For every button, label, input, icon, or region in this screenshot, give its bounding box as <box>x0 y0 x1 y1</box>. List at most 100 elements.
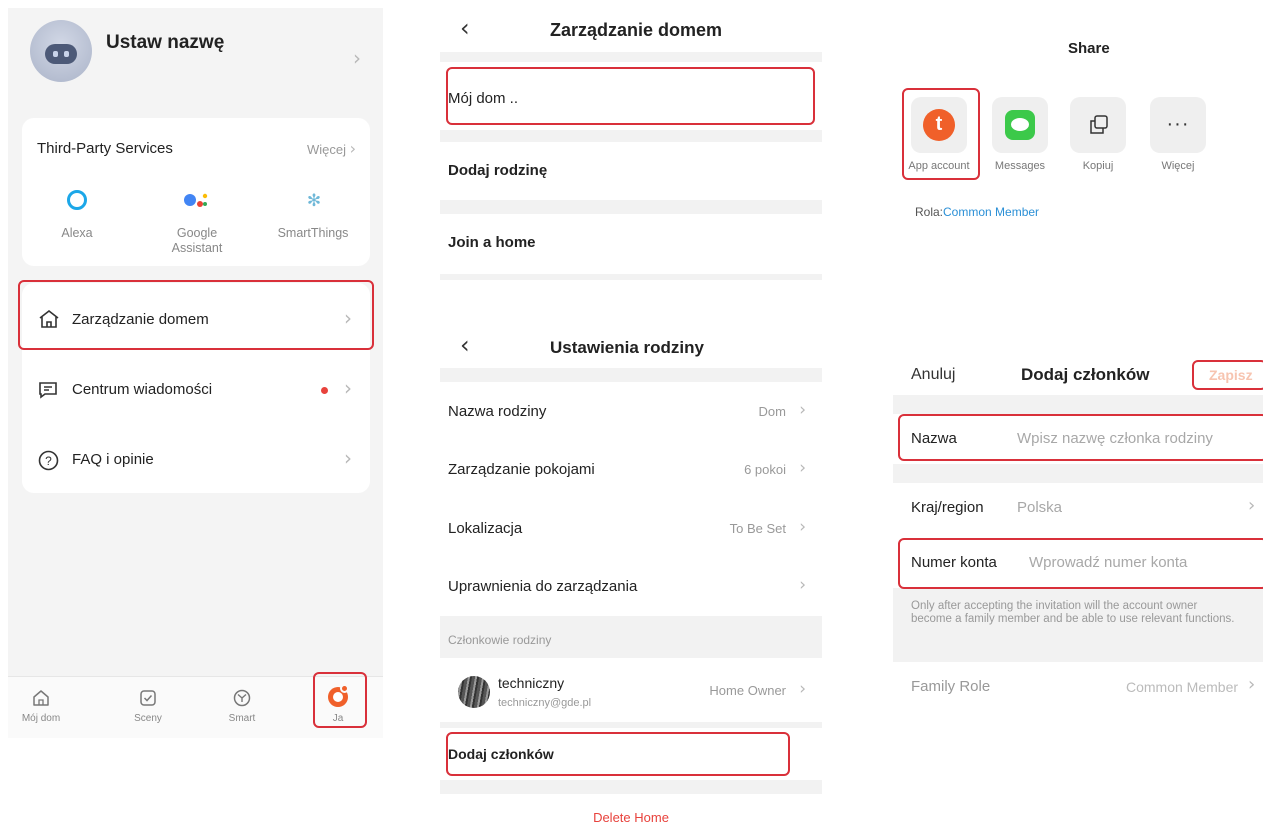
share-target-more[interactable]: ··· <box>1150 97 1206 153</box>
chevron-right-icon: › <box>799 679 806 699</box>
row-label: Uprawnienia do zarządzania <box>448 578 638 595</box>
join-home-button[interactable]: Join a home <box>440 214 822 274</box>
page-title: Zarządzanie domem <box>550 20 723 40</box>
third-party-card: Third-Party Services Więcej › Alexa Goog… <box>22 118 370 266</box>
add-members-title: Dodaj członków <box>1021 365 1150 384</box>
cancel-button[interactable]: Anuluj <box>911 366 955 384</box>
profile-name[interactable]: Ustaw nazwę <box>106 32 224 54</box>
member-role: Home Owner <box>709 683 786 698</box>
add-family-button[interactable]: Dodaj rodzinę <box>440 142 822 200</box>
member-email: techniczny@gde.pl <box>498 697 592 709</box>
member-avatar <box>458 676 490 708</box>
chevron-right-icon: › <box>1248 674 1256 695</box>
country-value: Polska <box>1017 499 1063 516</box>
highlight-account-field <box>898 538 1263 589</box>
country-row[interactable]: Kraj/region Polska › <box>893 483 1263 533</box>
service-label-alexa: Alexa <box>61 226 93 240</box>
menu-label: Centrum wiadomości <box>72 381 213 398</box>
delete-home-button[interactable]: Delete Home <box>440 810 822 825</box>
add-family-label: Dodaj rodzinę <box>448 162 548 179</box>
family-role-value: Common Member <box>1126 679 1239 695</box>
chevron-right-icon: › <box>799 458 806 478</box>
copy-icon <box>1090 115 1108 134</box>
members-header: Członkowie rodziny <box>440 616 822 658</box>
row-location[interactable]: Lokalizacja To Be Set › <box>440 500 822 558</box>
highlight-me-tab <box>313 672 367 728</box>
third-party-more-link[interactable]: Więcej › <box>307 139 356 158</box>
highlight-name-field <box>898 414 1263 461</box>
tab-home[interactable]: Mój dom <box>11 685 71 735</box>
highlight-app-account <box>902 88 980 180</box>
help-icon: ? <box>38 450 59 471</box>
row-value: To Be Set <box>729 521 786 536</box>
more-icon: ··· <box>1166 113 1190 135</box>
row-label: Lokalizacja <box>448 520 523 537</box>
smartthings-icon[interactable]: ✻ <box>304 191 324 211</box>
member-name: techniczny <box>498 675 565 691</box>
member-row[interactable]: techniczny techniczny@gde.pl Home Owner … <box>440 658 822 722</box>
row-value: Dom <box>758 404 786 419</box>
share-target-copy[interactable] <box>1070 97 1126 153</box>
menu-item-faq[interactable]: ? FAQ i opinie › <box>22 423 370 493</box>
share-target-label: Więcej <box>1161 160 1195 172</box>
google-assistant-icon[interactable] <box>183 190 211 210</box>
row-management-permissions[interactable]: Uprawnienia do zarządzania › <box>440 558 822 616</box>
country-label: Kraj/region <box>911 499 984 516</box>
chevron-right-icon: › <box>799 517 806 537</box>
share-target-label: Messages <box>994 160 1046 172</box>
row-label: Nazwa rodziny <box>448 403 547 420</box>
home-tab-icon <box>33 690 49 706</box>
chevron-right-icon: › <box>344 446 352 470</box>
chevron-right-icon: › <box>344 376 352 400</box>
home-management-panel: ‹ Zarządzanie domem Mój dom .. Dodaj rod… <box>440 0 825 836</box>
share-target-messages[interactable] <box>992 97 1048 153</box>
highlight-home-management <box>18 280 374 350</box>
profile-panel: Ustaw nazwę › Third-Party Services Więce… <box>8 8 383 738</box>
tab-smart[interactable]: Smart <box>212 685 272 735</box>
service-label-google-assistant: Google Assistant <box>171 226 223 255</box>
chevron-right-icon: › <box>1248 495 1256 516</box>
third-party-title: Third-Party Services <box>37 140 173 157</box>
avatar[interactable] <box>30 20 92 82</box>
join-home-label: Join a home <box>448 234 536 251</box>
service-label-smartthings: SmartThings <box>277 226 349 240</box>
svg-text:?: ? <box>45 454 52 468</box>
menu-item-message-center[interactable]: Centrum wiadomości › <box>22 353 370 423</box>
family-role-row[interactable]: Family Role Common Member › <box>893 662 1263 712</box>
highlight-home-item <box>446 67 815 125</box>
tab-label: Mój dom <box>21 713 61 724</box>
row-label: Zarządzanie pokojami <box>448 461 595 478</box>
highlight-add-member <box>446 732 790 776</box>
invitation-note: Only after accepting the invitation will… <box>911 600 1235 625</box>
share-title: Share <box>1068 40 1110 57</box>
messages-icon <box>1005 110 1035 140</box>
tab-label: Smart <box>228 713 256 724</box>
tab-scenes[interactable]: Sceny <box>118 685 178 735</box>
menu-label: FAQ i opinie <box>72 451 154 468</box>
tab-label: Sceny <box>134 713 162 724</box>
chevron-right-icon: › <box>349 139 356 158</box>
family-role-label: Family Role <box>911 678 991 695</box>
back-icon[interactable]: ‹ <box>460 14 470 42</box>
share-role-prefix: Rola: <box>915 205 944 219</box>
row-family-name[interactable]: Nazwa rodziny Dom › <box>440 383 822 441</box>
share-role-value: Common Member <box>943 205 1040 219</box>
alexa-icon[interactable] <box>67 190 87 210</box>
smart-tab-icon <box>233 689 251 707</box>
row-value: 6 pokoi <box>744 462 786 477</box>
highlight-save <box>1192 360 1263 390</box>
row-room-management[interactable]: Zarządzanie pokojami 6 pokoi › <box>440 441 822 499</box>
note-area: Only after accepting the invitation will… <box>893 588 1263 668</box>
message-icon <box>39 382 57 399</box>
unread-badge <box>321 387 328 394</box>
third-party-more-label: Więcej <box>306 142 346 157</box>
members-header-label: Członkowie rodziny <box>448 633 552 647</box>
share-target-label: Kopiuj <box>1082 160 1114 172</box>
chevron-right-icon: › <box>799 400 806 420</box>
back-icon[interactable]: ‹ <box>460 331 470 359</box>
share-role: Rola:Common Member <box>915 205 1039 219</box>
scenes-tab-icon <box>140 690 156 706</box>
family-settings-title: Ustawienia rodziny <box>550 338 704 357</box>
profile-chevron-icon[interactable]: › <box>353 46 361 70</box>
chevron-right-icon: › <box>799 575 806 595</box>
